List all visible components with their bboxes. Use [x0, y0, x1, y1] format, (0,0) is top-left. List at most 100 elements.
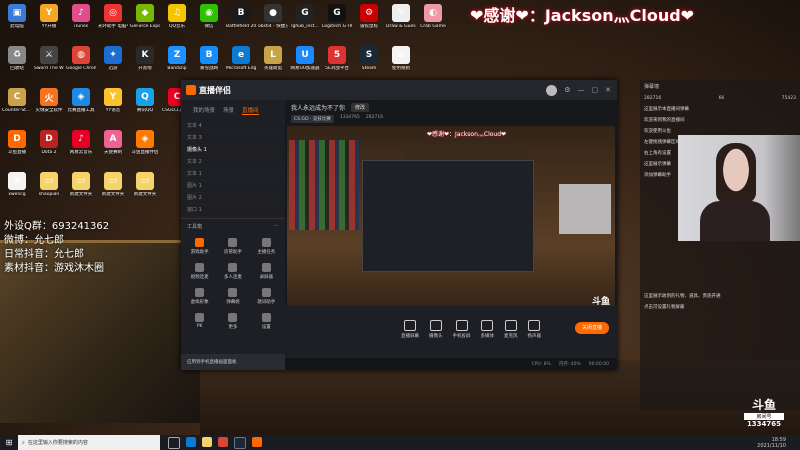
desktop-icon[interactable]: 5 5E对战平台: [322, 46, 352, 71]
scene-source-item[interactable]: 摄像头 1: [187, 145, 279, 157]
desktop-icon[interactable]: Y YY语音: [98, 88, 128, 113]
companion-taskbar-icon[interactable]: [252, 436, 262, 447]
scene-source-item[interactable]: 文本 3: [187, 133, 279, 145]
source-control[interactable]: 直播屏幕: [401, 320, 419, 339]
category-chip[interactable]: CS:GO · 竞技比赛: [291, 115, 334, 123]
scene-source-item[interactable]: 文本 4: [187, 121, 279, 133]
scene-source-item[interactable]: 图片 1: [187, 181, 279, 193]
desktop-icon[interactable]: S Steam: [354, 46, 384, 71]
source-control[interactable]: 摄像头: [429, 320, 443, 339]
desktop-icon[interactable]: ▣ 此电脑: [2, 4, 32, 29]
desktop-icon[interactable]: e Microsoft Edge: [226, 46, 256, 71]
scene-source-item[interactable]: 窗口 1: [187, 205, 279, 217]
scene-source-item[interactable]: 图片 2: [187, 193, 279, 205]
desktop-icon[interactable]: ♻ 回收站: [2, 46, 32, 71]
tool-item[interactable]: 歌词助手: [250, 288, 283, 305]
scene-source-item[interactable]: 文本 2: [187, 157, 279, 169]
desktop-icon[interactable]: ◆ GeForce Experience: [130, 4, 160, 29]
desktop-icon[interactable]: K 开黑啦: [130, 46, 160, 71]
desktop-icon[interactable]: ▭ 新建文件夹: [66, 172, 96, 197]
desktop-icon[interactable]: G Logitech G HUB: [322, 4, 352, 29]
scene-tabs: 我的场景 场景 直播间: [181, 100, 285, 121]
edge-taskbar-icon[interactable]: [186, 436, 196, 447]
desktop-icon[interactable]: ♫ QQ音乐: [162, 4, 192, 29]
desktop-icon[interactable]: ✦ 迅游: [98, 46, 128, 71]
desktop-icon[interactable]: Glghub_inst...: [290, 4, 320, 29]
tab-my-scenes[interactable]: 我的场景: [193, 106, 215, 115]
desktop-icon[interactable]: 火火绒安全软件: [34, 88, 64, 113]
explorer-taskbar-icon[interactable]: [202, 436, 212, 447]
tool-item[interactable]: 主播任务: [250, 238, 283, 255]
stop-live-button[interactable]: 关闭直播: [575, 322, 609, 334]
minimize-icon[interactable]: —: [578, 86, 585, 94]
desktop-icon[interactable]: ◎ 光环助手 电脑平台: [98, 4, 128, 29]
desktop-icon[interactable]: ♪ iTunes: [66, 4, 96, 29]
tool-icon: [195, 263, 205, 272]
heat-count: 282716: [365, 115, 384, 120]
source-control[interactable]: 多媒体: [481, 320, 494, 339]
desktop-icon[interactable]: ◈ 比赛直播工具: [66, 88, 96, 113]
chrome-taskbar-icon[interactable]: [218, 436, 228, 447]
desktop-icon-glyph: B: [200, 46, 218, 64]
source-control[interactable]: 手机投屏: [453, 320, 471, 339]
desktop-icon[interactable]: ▭ 新建文件夹: [130, 172, 160, 197]
tab-live-room[interactable]: 直播间: [242, 106, 259, 115]
tool-item[interactable]: 虚拟形象: [183, 288, 216, 305]
tab-scenes[interactable]: 场景: [223, 106, 234, 115]
search-placeholder: 在这里输入你要搜索的内容: [27, 440, 88, 446]
tool-label: 虚拟形象: [190, 300, 209, 305]
desktop-icon[interactable]: C Counter-St... Global Off...: [2, 88, 32, 113]
desktop-icon-glyph: ≡: [8, 172, 26, 190]
tool-item[interactable]: 多人连麦: [216, 263, 249, 280]
tool-item[interactable]: 更多: [216, 313, 249, 330]
tool-item[interactable]: 视频连麦: [183, 263, 216, 280]
desktop-icon[interactable]: ◉ 微信: [194, 4, 224, 29]
source-control[interactable]: 麦克风: [504, 320, 518, 339]
desktop-icon[interactable]: ▭ shaopian: [34, 172, 64, 197]
tool-item[interactable]: PK: [183, 313, 216, 330]
avatar[interactable]: [546, 84, 558, 96]
task-view-icon[interactable]: [168, 436, 180, 449]
modify-title-button[interactable]: 修改: [351, 103, 370, 112]
tool-item[interactable]: 录屏器: [250, 263, 283, 280]
desktop-icon[interactable]: A 天使赛制: [98, 130, 128, 155]
desktop-icon[interactable]: ⚔ Sword The Wire Sour...: [34, 46, 64, 71]
maximize-icon[interactable]: ▢: [592, 86, 599, 94]
desktop-icon[interactable]: ♪ 网易云音乐: [66, 130, 96, 155]
desktop-icon[interactable]: ◐ Crab Game: [418, 4, 448, 29]
desktop-icon[interactable]: ▭ 新建文件夹: [98, 172, 128, 197]
desktop-icon[interactable]: D Dota 2: [34, 130, 64, 155]
close-icon[interactable]: ✕: [605, 86, 611, 94]
tool-item[interactable]: 游戏助手: [183, 238, 216, 255]
desktop-icon[interactable]: D 斗鱼直播: [2, 130, 32, 155]
desktop-icon[interactable]: U 网易UU加速器: [290, 46, 320, 71]
windows-start-icon[interactable]: ⊞: [0, 435, 18, 450]
desktop-icon[interactable]: ◈ 斗鱼直播伴侣: [130, 130, 160, 155]
more-icon[interactable]: ⋯: [274, 223, 279, 230]
desktop-icon[interactable]: ◍ Google Chrome: [66, 46, 96, 71]
desktop-icon[interactable]: ● obs64 - 快捷方式: [258, 4, 288, 29]
badge-room-number: 1334765: [746, 420, 782, 428]
scene-source-item[interactable]: 文本 1: [187, 169, 279, 181]
tool-item[interactable]: 房管助手: [216, 238, 249, 255]
desktop-icon[interactable]: Y YY开播: [34, 4, 64, 29]
desktop-icon[interactable]: ≡ xwencg: [2, 172, 32, 197]
taskbar-clock[interactable]: 18:59 2021/11/10: [757, 437, 786, 449]
tool-item[interactable]: 设置: [250, 313, 283, 330]
desktop-icon[interactable]: ⚙ 雷蛇鼠标: [354, 4, 384, 29]
desktop-icon[interactable]: L 英雄联盟: [258, 46, 288, 71]
taskbar-search[interactable]: ⌕ 在这里输入你要搜索的内容: [18, 435, 160, 450]
desktop-icon[interactable]: B Battlefield 2042 Open: [226, 4, 256, 29]
source-control[interactable]: 扬声器: [528, 320, 541, 339]
desktop-icon-glyph: ◈: [136, 130, 154, 148]
desktop-icon[interactable]: Q 腾讯QQ: [130, 88, 160, 113]
desktop-icon[interactable]: Z Bandizip: [162, 46, 192, 71]
settings-icon[interactable]: ⚙: [564, 86, 570, 94]
stream-preview[interactable]: ❤感谢❤：Jackson灬Cloud❤: [287, 126, 615, 326]
desktop-icon[interactable]: B 暴雪战网: [194, 46, 224, 71]
steam-taskbar-icon[interactable]: [234, 436, 246, 449]
tool-item[interactable]: 弹幕姬: [216, 288, 249, 305]
desktop-icon[interactable]: ✎ Draw & Guess: [386, 4, 416, 29]
desktop-icon[interactable]: ≡ 使用规则: [386, 46, 416, 71]
notice-bar[interactable]: 应用到手机直播画面面板: [181, 354, 285, 370]
